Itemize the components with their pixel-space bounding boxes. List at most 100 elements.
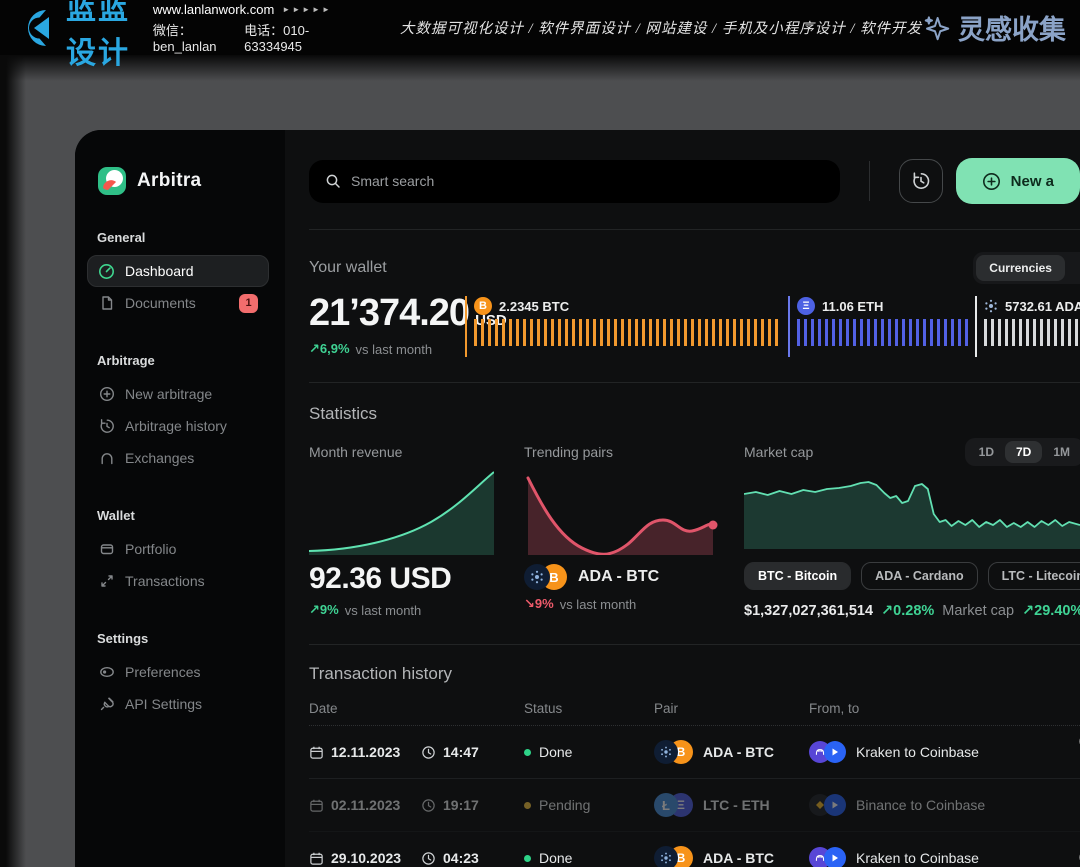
sidebar-item-dashboard[interactable]: Dashboard	[87, 255, 269, 287]
new-arbitrage-button[interactable]: New a	[956, 158, 1080, 204]
document-icon	[98, 295, 115, 312]
sidebar-item-api-settings[interactable]: API Settings	[87, 688, 269, 720]
sidebar-item-arbitrage-history[interactable]: Arbitrage history	[87, 410, 269, 442]
search-icon	[325, 173, 341, 189]
btc-icon: B	[474, 297, 492, 315]
topbar: New a	[309, 158, 1080, 204]
btc-amount: 2.2345 BTC	[499, 299, 569, 314]
transactions-header-row: Date Status Pair From, to	[309, 701, 1080, 726]
toggle-icon	[98, 664, 115, 681]
pill-btc[interactable]: BTC - Bitcoin	[744, 562, 851, 590]
holding-eth: Ξ 11.06 ETH	[788, 296, 968, 357]
trending-pairs-chart	[524, 470, 719, 555]
clock-icon	[421, 851, 436, 866]
sidebar-item-preferences[interactable]: Preferences	[87, 656, 269, 688]
arbitra-logo-icon	[97, 166, 127, 196]
litecoin-icon: Ł	[654, 793, 678, 817]
sidebar-item-portfolio[interactable]: Portfolio	[87, 533, 269, 565]
trending-pairs-panel: Trending pairs	[524, 426, 719, 619]
pair-icons: B	[524, 564, 567, 590]
promo-banner: 蓝蓝设计 www.lanlanwork.com ►►►►► 微信：ben_lan…	[0, 0, 1080, 55]
market-cap-stats: $1,327,027,361,514 ↗0.28% Market cap ↗29…	[744, 603, 1080, 619]
tab-currencies[interactable]: Currencies	[976, 255, 1065, 281]
cardano-icon	[524, 564, 550, 590]
sidebar-item-new-arbitrage[interactable]: New arbitrage	[87, 378, 269, 410]
plug-icon	[98, 696, 115, 713]
segment-tick	[465, 296, 467, 357]
clock-icon	[421, 798, 436, 813]
status-dot	[524, 855, 531, 862]
eth-amount: 11.06 ETH	[822, 299, 883, 314]
nav-section-arbitrage: Arbitrage	[97, 353, 285, 368]
coinbase-arrow-icon	[824, 741, 846, 763]
nav-section-wallet: Wallet	[97, 508, 285, 523]
table-row[interactable]: 02.11.2023 19:17 Pending Ł Ξ LT	[309, 779, 1080, 832]
sidebar-item-label: Exchanges	[125, 450, 194, 466]
statistics-title: Statistics	[309, 404, 1080, 424]
sidebar-item-label: Dashboard	[125, 263, 194, 279]
table-row[interactable]: 29.10.2023 04:23 Done	[309, 832, 1080, 867]
table-row[interactable]: 12.11.2023 14:47 Done	[309, 726, 1080, 779]
banner-site-url: www.lanlanwork.com	[153, 2, 274, 17]
sidebar-item-label: Transactions	[125, 573, 205, 589]
month-revenue-chart	[309, 470, 494, 555]
banner-arrows: ►►►►►	[282, 5, 332, 14]
segment-tick	[975, 296, 977, 357]
trending-pair-name: ADA - BTC	[578, 568, 659, 586]
sidebar-item-exchanges[interactable]: Exchanges	[87, 442, 269, 474]
pill-ltc[interactable]: LTC - Litecoin	[988, 562, 1080, 590]
eth-icon: Ξ	[797, 297, 815, 315]
market-cap-panel: Market cap 1D 7D 1M BTC - Bitcoin ADA - …	[744, 426, 1080, 619]
pill-ada[interactable]: ADA - Cardano	[861, 562, 977, 590]
cardano-icon	[654, 846, 678, 867]
arch-icon	[98, 450, 115, 467]
wallet-title: Your wallet	[309, 259, 387, 277]
sidebar-item-label: Portfolio	[125, 541, 176, 557]
month-revenue-label: Month revenue	[309, 444, 494, 460]
wallet-icon	[98, 541, 115, 558]
banner-logo: 蓝蓝设计	[16, 0, 131, 72]
tab-exchanges[interactable]: E	[1069, 255, 1080, 281]
sidebar-item-label: New arbitrage	[125, 386, 212, 402]
search-input[interactable]	[351, 173, 824, 189]
arbitra-app-window: Arbitra General Dashboard Documents 1 Ar…	[75, 130, 1080, 867]
nav-section-general: General	[97, 230, 285, 245]
range-1m[interactable]: 1M	[1042, 441, 1080, 463]
topbar-divider	[869, 161, 870, 201]
trending-pairs-label: Trending pairs	[524, 444, 719, 460]
market-cap-value: $1,327,027,361,514	[744, 603, 873, 619]
search-bar[interactable]	[309, 160, 840, 203]
sidebar-item-label: API Settings	[125, 696, 202, 712]
month-revenue-change: ↗9%	[309, 602, 339, 618]
banner-phone: 电话：010-63334945	[244, 20, 332, 54]
section-divider	[309, 644, 1080, 645]
nav-section-settings: Settings	[97, 631, 285, 646]
market-cap-change: ↗0.28%	[881, 603, 934, 619]
volume-change: ↗29.40%	[1022, 603, 1080, 619]
transaction-history-title: Transaction history	[309, 664, 1080, 684]
calendar-icon	[309, 798, 324, 813]
banner-collect: 灵感收集	[922, 8, 1066, 47]
holdings-bars: B 2.2345 BTC Ξ 11.06 ETH	[465, 296, 1080, 357]
col-date: Date	[309, 701, 524, 716]
cardano-icon	[654, 740, 678, 764]
sidebar-item-label: Arbitrage history	[125, 418, 227, 434]
sparkle-star-icon	[922, 13, 952, 43]
holding-ada: 5732.61 ADA	[975, 296, 1080, 357]
section-divider	[309, 382, 1080, 383]
sidebar-item-documents[interactable]: Documents 1	[87, 287, 269, 319]
status-badge: Done	[539, 744, 572, 760]
history-button[interactable]	[899, 159, 943, 203]
sidebar-item-transactions[interactable]: Transactions	[87, 565, 269, 597]
market-cap-chart	[744, 474, 1080, 549]
wallet-change: ↗6,9%	[309, 341, 350, 357]
calendar-icon	[309, 745, 324, 760]
sidebar-item-label: Documents	[125, 295, 196, 311]
wallet-change-note: vs last month	[356, 342, 433, 357]
range-7d[interactable]: 7D	[1005, 441, 1042, 463]
range-1d[interactable]: 1D	[968, 441, 1005, 463]
coinbase-arrow-icon	[824, 794, 846, 816]
status-badge: Done	[539, 850, 572, 866]
lanlan-logo-icon	[16, 9, 58, 47]
plus-circle-icon	[98, 386, 115, 403]
